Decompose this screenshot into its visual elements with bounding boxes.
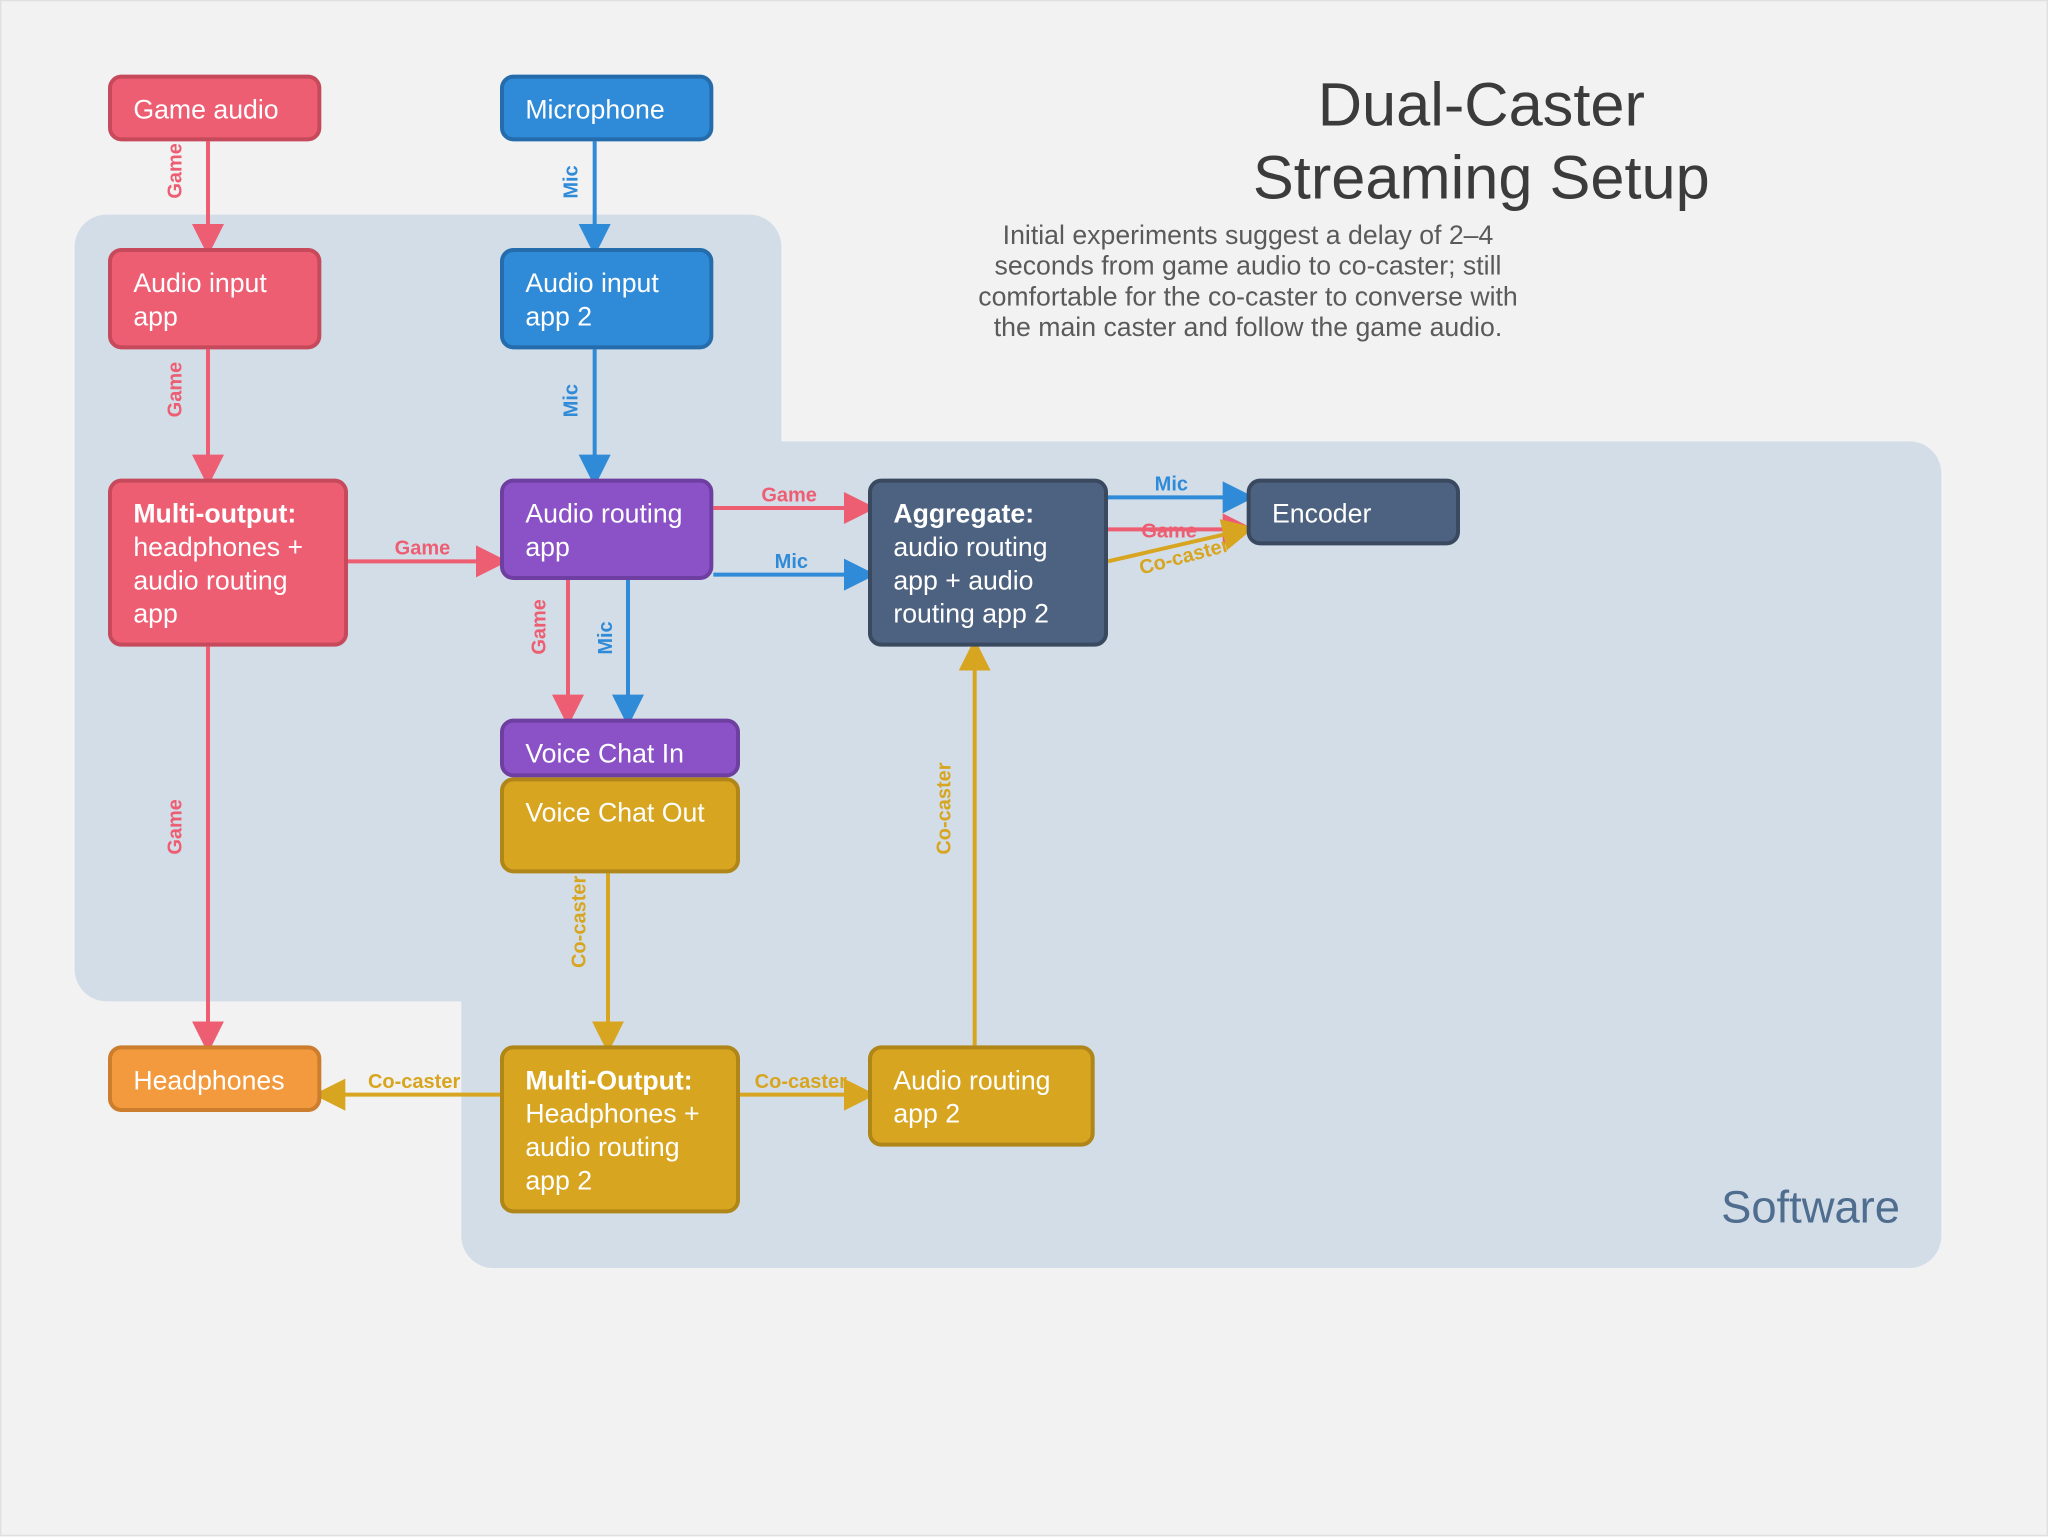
node-voice-out: Voice Chat Out (500, 777, 740, 873)
node-routing-app-2: Audio routing app 2 (868, 1045, 1095, 1146)
node-audio-in-1: Audio input app (108, 248, 321, 349)
arrow-label-game: Game (164, 143, 186, 199)
title-line-1: Dual-Caster (1041, 68, 1921, 140)
title-line-2: Streaming Setup (1041, 141, 1921, 213)
node-multi-out-2: Multi-Output: Headphones + audio routing… (500, 1045, 740, 1213)
node-game-audio: Game audio (108, 75, 321, 142)
node-headphones: Headphones (108, 1045, 321, 1112)
node-multi-out-1: Multi-output: headphones + audio routing… (108, 479, 348, 647)
node-aggregate: Aggregate: audio routing app + audio rou… (868, 479, 1108, 647)
node-encoder: Encoder (1247, 479, 1460, 546)
arrow-label-cocaster: Co-caster (368, 1071, 460, 1093)
subtitle: Initial experiments suggest a delay of 2… (961, 221, 1534, 344)
node-audio-in-2: Audio input app 2 (500, 248, 713, 349)
node-microphone: Microphone (500, 75, 713, 142)
node-routing-app: Audio routing app (500, 479, 713, 580)
node-voice-in: Voice Chat In (500, 719, 740, 778)
software-label: Software (1721, 1183, 1900, 1235)
diagram-stage: Software Dual-Caster Streaming Setup Ini… (0, 0, 2048, 1536)
arrow-label-mic: Mic (560, 165, 582, 198)
